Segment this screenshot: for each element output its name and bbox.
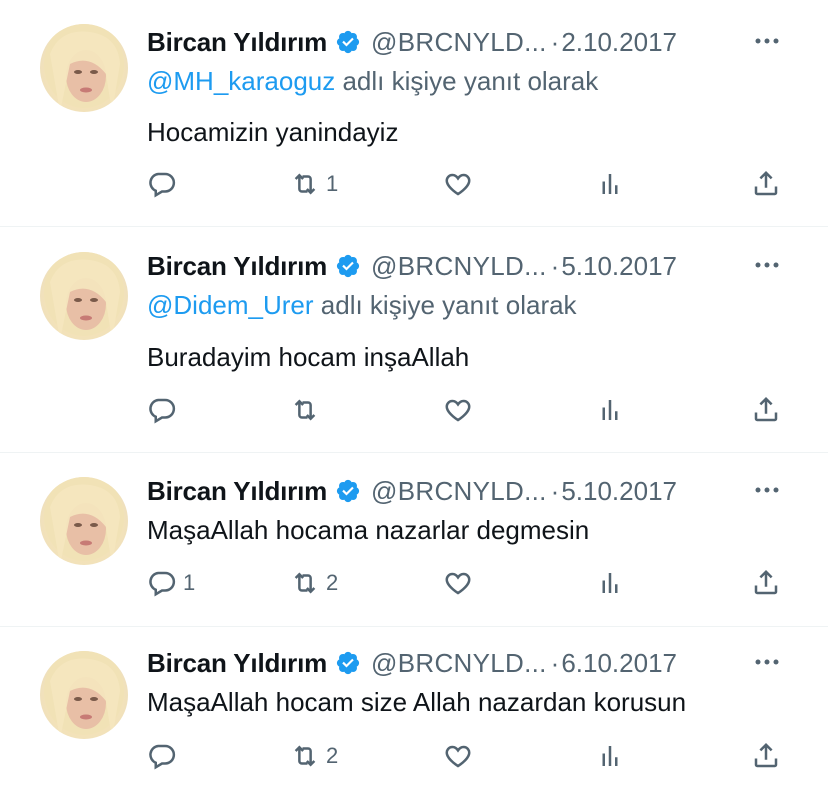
author-name[interactable]: Bircan Yıldırım	[147, 27, 327, 58]
share-button[interactable]	[751, 738, 781, 774]
author-name[interactable]: Bircan Yıldırım	[147, 648, 327, 679]
views-icon	[602, 746, 618, 766]
heart-icon	[445, 572, 471, 595]
retweet-icon	[294, 572, 316, 594]
reply-mention-link[interactable]: @Didem_Urer	[147, 290, 314, 320]
views-button[interactable]	[595, 738, 625, 774]
share-button[interactable]	[751, 392, 781, 428]
retweet-button[interactable]: 2	[290, 738, 338, 774]
timestamp[interactable]: 5.10.2017	[561, 251, 677, 282]
timestamp[interactable]: 2.10.2017	[561, 27, 677, 58]
retweet-icon	[294, 399, 316, 421]
avatar[interactable]	[40, 252, 128, 340]
author-handle[interactable]: @BRCNYLD...	[371, 648, 547, 679]
views-icon	[602, 573, 618, 593]
reply-icon	[149, 172, 176, 198]
verified-badge-icon	[335, 650, 361, 676]
reply-button[interactable]	[147, 166, 183, 202]
tweet-feed: Bircan Yıldırım @BRCNYLD... · 2.10.2017 …	[0, 0, 828, 786]
retweet-button[interactable]: 1	[290, 166, 338, 202]
retweet-count: 1	[326, 171, 339, 196]
action-bar: 1 2	[147, 565, 787, 601]
more-icon[interactable]	[752, 26, 782, 56]
tweet[interactable]: Bircan Yıldırım @BRCNYLD... · 5.10.2017 …	[0, 453, 828, 626]
avatar[interactable]	[40, 477, 128, 565]
views-button[interactable]	[595, 166, 625, 202]
reply-context: @MH_karaoguz adlı kişiye yanıt olarak	[147, 66, 598, 97]
heart-icon	[445, 745, 471, 768]
tweet-text: Hocamizin yanindayiz	[147, 117, 399, 147]
reply-icon	[149, 398, 176, 424]
avatar[interactable]	[40, 24, 128, 112]
separator: ·	[550, 475, 560, 506]
author-handle[interactable]: @BRCNYLD...	[371, 251, 547, 282]
reply-icon	[149, 744, 176, 770]
heart-icon	[445, 399, 471, 422]
action-bar: 2	[147, 738, 787, 774]
tweet-text: Buradayim hocam inşaAllah	[147, 342, 470, 372]
reply-button[interactable]: 1	[147, 565, 195, 601]
retweet-icon	[294, 745, 316, 767]
views-button[interactable]	[595, 565, 625, 601]
reply-count: 1	[183, 570, 196, 595]
share-button[interactable]	[751, 166, 781, 202]
more-icon[interactable]	[752, 250, 782, 280]
avatar-photo	[44, 477, 124, 565]
heart-icon	[445, 173, 471, 196]
avatar[interactable]	[40, 651, 128, 739]
verified-badge-icon	[335, 29, 361, 55]
like-button[interactable]	[443, 738, 473, 774]
views-icon	[602, 174, 618, 194]
avatar-photo	[44, 252, 124, 340]
tweet[interactable]: Bircan Yıldırım @BRCNYLD... · 5.10.2017 …	[0, 227, 828, 452]
separator: ·	[550, 26, 560, 57]
action-bar: 1	[147, 166, 787, 202]
verified-badge-icon	[335, 478, 361, 504]
reply-context: @Didem_Urer adlı kişiye yanıt olarak	[147, 290, 577, 321]
retweet-count: 2	[326, 743, 339, 768]
retweet-icon	[294, 173, 316, 195]
share-icon	[754, 742, 778, 768]
tweet[interactable]: Bircan Yıldırım @BRCNYLD... · 6.10.2017 …	[0, 627, 828, 786]
views-button[interactable]	[595, 392, 625, 428]
more-icon[interactable]	[752, 475, 782, 505]
author-name[interactable]: Bircan Yıldırım	[147, 476, 327, 507]
like-button[interactable]	[443, 166, 473, 202]
reply-context-text: adlı kişiye yanıt olarak	[335, 66, 599, 96]
reply-mention-link[interactable]: @MH_karaoguz	[147, 66, 335, 96]
retweet-button[interactable]	[290, 392, 326, 428]
views-icon	[602, 400, 618, 420]
reply-context-text: adlı kişiye yanıt olarak	[313, 290, 577, 320]
author-handle[interactable]: @BRCNYLD...	[371, 476, 547, 507]
more-icon[interactable]	[752, 647, 782, 677]
reply-icon	[149, 571, 176, 597]
separator: ·	[550, 647, 560, 678]
avatar-photo	[44, 651, 124, 739]
avatar-photo	[44, 24, 124, 112]
timestamp[interactable]: 6.10.2017	[561, 648, 677, 679]
share-icon	[754, 170, 778, 196]
share-icon	[754, 396, 778, 422]
tweet-text: MaşaAllah hocama nazarlar degmesin	[147, 515, 590, 545]
retweet-button[interactable]: 2	[290, 565, 338, 601]
retweet-count: 2	[326, 570, 339, 595]
share-icon	[754, 569, 778, 595]
like-button[interactable]	[443, 392, 473, 428]
action-bar	[147, 392, 787, 428]
tweet-text: MaşaAllah hocam size Allah nazardan koru…	[147, 687, 687, 717]
tweet[interactable]: Bircan Yıldırım @BRCNYLD... · 2.10.2017 …	[0, 0, 828, 226]
reply-button[interactable]	[147, 738, 183, 774]
verified-badge-icon	[335, 253, 361, 279]
like-button[interactable]	[443, 565, 473, 601]
author-handle[interactable]: @BRCNYLD...	[371, 27, 547, 58]
timestamp[interactable]: 5.10.2017	[561, 476, 677, 507]
reply-button[interactable]	[147, 392, 183, 428]
share-button[interactable]	[751, 565, 781, 601]
separator: ·	[550, 250, 560, 281]
author-name[interactable]: Bircan Yıldırım	[147, 251, 327, 282]
